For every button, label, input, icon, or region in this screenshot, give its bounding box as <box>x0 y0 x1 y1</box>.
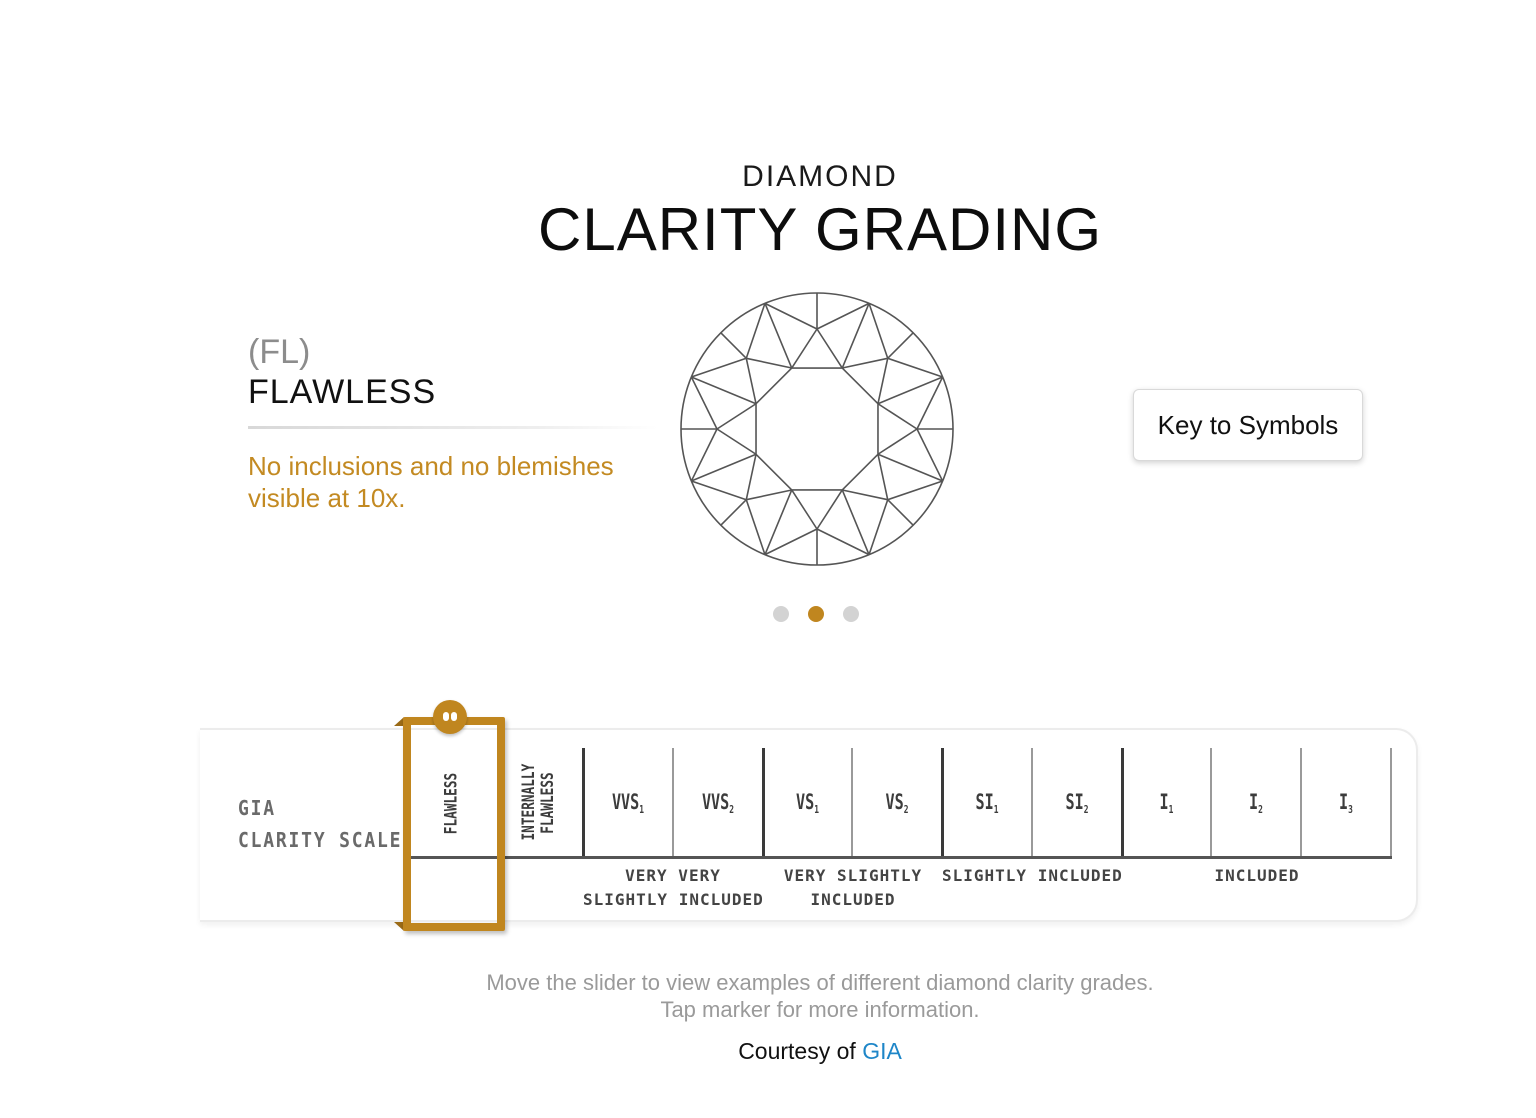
help-text-line1: Move the slider to view examples of diff… <box>486 970 1154 995</box>
grade-name: FLAWLESS <box>248 373 437 411</box>
grade-label: I1 <box>1159 790 1174 816</box>
grade-label: INTERNALLY FLAWLESS <box>519 763 558 841</box>
slider-handle-icon[interactable] <box>433 700 467 734</box>
key-to-symbols-button[interactable]: Key to Symbols <box>1133 389 1363 461</box>
group-label-si: SLIGHTLY INCLUDED <box>942 864 1122 888</box>
carousel-dot[interactable] <box>843 606 859 622</box>
scale-baseline <box>408 856 1392 859</box>
group-label-si-line1: SLIGHTLY INCLUDED <box>942 866 1123 885</box>
group-label-i-line1: INCLUDED <box>1214 866 1300 885</box>
courtesy-prefix: Courtesy of <box>738 1038 856 1064</box>
grade-label: VVS2 <box>701 790 735 816</box>
group-label-vvs-line2: SLIGHTLY INCLUDED <box>583 890 764 909</box>
carousel-dot-active[interactable] <box>808 606 824 622</box>
pre-title: DIAMOND <box>742 160 898 193</box>
group-label-vs: VERY SLIGHTLY INCLUDED <box>763 864 943 912</box>
page-title: CLARITY GRADING <box>538 196 1102 263</box>
diamond-icon <box>680 292 954 566</box>
grade-label: VS1 <box>796 790 819 816</box>
group-label-vvs-line1: VERY VERY <box>625 866 721 885</box>
carousel-dot[interactable] <box>773 606 789 622</box>
grade-label: VS2 <box>885 790 909 816</box>
grade-label: SI2 <box>1065 790 1089 816</box>
grade-code: (FL) <box>248 333 311 371</box>
group-label-vvs: VERY VERY SLIGHTLY INCLUDED <box>583 864 763 912</box>
group-label-vs-line2: INCLUDED <box>810 890 896 909</box>
grade-label: VVS1 <box>611 790 645 816</box>
group-label-i: INCLUDED <box>1122 864 1392 888</box>
carousel-dots <box>773 606 859 622</box>
group-label-vs-line1: VERY SLIGHTLY <box>783 866 923 885</box>
clarity-slider-marker[interactable] <box>403 717 505 931</box>
grade-label: I3 <box>1339 790 1353 816</box>
courtesy-line: Courtesy of GIA <box>0 1038 1536 1065</box>
scale-label-line1: GIA <box>238 796 276 820</box>
scale-label-line2: CLARITY SCALE <box>238 828 403 852</box>
grade-divider <box>248 426 658 429</box>
grade-label: SI1 <box>975 790 999 816</box>
gia-link[interactable]: GIA <box>862 1038 902 1064</box>
grade-label: I2 <box>1249 790 1263 816</box>
grade-description: No inclusions and no blemishes visible a… <box>248 451 614 513</box>
help-text-line2: Tap marker for more information. <box>660 997 980 1022</box>
